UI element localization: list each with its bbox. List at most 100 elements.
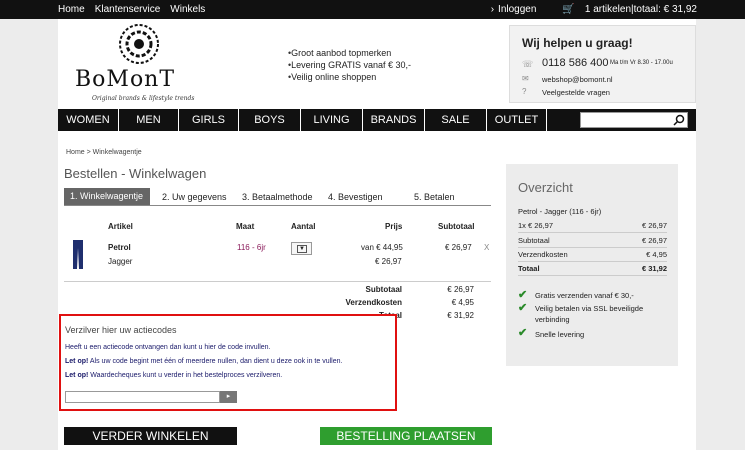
quantity-select[interactable]: ▼ [291,242,312,255]
page-title: Bestellen - Winkelwagen [64,166,207,181]
phone-icon: ☏ [522,59,534,69]
divider [518,261,667,262]
menu-women[interactable]: WOMEN [58,109,119,131]
cart-icon[interactable]: 🛒 [562,4,574,15]
promo-title: Verzilver hier uw actiecodes [65,325,177,335]
product-thumbnail[interactable] [72,240,84,275]
overview-shipping-value: € 4,95 [646,250,667,259]
place-order-button[interactable]: BESTELLING PLAATSEN [320,427,492,445]
product-brand: Jagger [108,257,133,266]
overview-qty-row: 1x € 26,97 € 26,97 [518,221,667,230]
arrow-right-icon: ▸ [226,393,231,400]
step-confirm[interactable]: 4. Bevestigen [328,192,383,202]
divider [64,281,491,282]
menu-living[interactable]: LIVING [301,109,363,131]
menu-girls[interactable]: GIRLS [179,109,239,131]
promo-code-input[interactable] [65,391,220,403]
help-email-link[interactable]: webshop@bomont.nl [542,75,613,84]
totals-shipping-value: € 4,95 [451,298,474,307]
promo-line3: Let op! Waardecheques kunt u verder in h… [65,372,282,379]
overview-subtotal-label: Subtotaal [518,236,550,245]
menu-boys[interactable]: BOYS [239,109,301,131]
step-payment-method[interactable]: 3. Betaalmethode [242,192,313,202]
chevron-down-icon: ▼ [297,245,307,253]
logo-emblem-icon[interactable] [118,23,160,65]
promo-code-box: Verzilver hier uw actiecodes Heeft u een… [59,314,397,411]
divider [518,232,667,233]
benefit-secure-payment: Veilig betalen via SSL beveiligde verbin… [535,304,644,324]
promo-submit-button[interactable]: ▸ [220,391,237,403]
product-price: € 26,97 [375,257,402,266]
menu-sale[interactable]: SALE [425,109,487,131]
menu-brands[interactable]: BRANDS [363,109,425,131]
order-overview: Overzicht Petrol - Jagger (116 - 6jr) 1x… [506,164,678,366]
totals-shipping-label: Verzendkosten [345,298,402,307]
usp-item: Groot aanbod topmerken [288,47,411,59]
continue-shopping-button[interactable]: VERDER WINKELEN [64,427,237,445]
checkmark-icon: ✔ [518,327,528,339]
product-old-price: van € 44,95 [361,243,403,252]
col-quantity: Aantal [291,222,316,231]
promo-line2-bold: Let op! [65,358,89,365]
nav-customer-service-link[interactable]: Klantenservice [95,4,161,15]
breadcrumb[interactable]: Home > Winkelwagentje [66,149,142,156]
mail-icon: ✉ [522,74,529,83]
promo-line2-text: Als uw code begint met één of meerdere n… [88,358,343,365]
step-cart[interactable]: 1. Winkelwagentje [64,188,150,205]
usp-item: Levering GRATIS vanaf € 30,- [288,59,411,71]
promo-line3-text: Waardecheques kunt u verder in het beste… [88,372,283,379]
cart-summary-link[interactable]: 1 artikelen|totaal: € 31,92 [585,4,697,15]
logo-wordmark[interactable]: BoMonT [75,67,175,92]
overview-subtotal-value: € 26,97 [641,236,667,245]
benefit-fast-delivery: Snelle levering [535,330,585,339]
page-container: BoMonT Original brands & lifestyle trend… [58,19,696,450]
step-pay[interactable]: 5. Betalen [414,192,455,202]
logo-tagline: Original brands & lifestyle trends [92,95,195,102]
help-faq-link[interactable]: Veelgestelde vragen [542,88,610,97]
overview-total-label: Totaal [518,264,540,273]
checkmark-icon: ✔ [518,302,528,314]
help-phone: 0118 586 400 [542,57,609,69]
totals-subtotal-value: € 26,97 [447,285,474,294]
product-name-link[interactable]: Petrol [108,243,131,252]
overview-item-name: Petrol - Jagger (116 - 6jr) [518,207,602,216]
remove-item-button[interactable]: X [484,243,489,252]
product-size: 116 - 6jr [237,243,266,252]
totals-total-value: € 31,92 [447,311,474,320]
login-arrow-icon: › [490,4,495,15]
checkout-steps: 1. Winkelwagentje 2. Uw gegevens 3. Beta… [64,188,491,206]
menu-outlet[interactable]: OUTLET [487,109,547,131]
usp-item: Veilig online shoppen [288,71,411,83]
promo-line3-bold: Let op! [65,372,89,379]
benefit-free-shipping: Gratis verzenden vanaf € 30,- [535,291,634,300]
menu-men[interactable]: MEN [119,109,179,131]
step-details[interactable]: 2. Uw gegevens [162,192,227,202]
checkmark-icon: ✔ [518,289,528,301]
overview-row: Totaal € 31,92 [518,264,667,273]
overview-qty-value: € 26,97 [641,221,667,230]
overview-item: Petrol - Jagger (116 - 6jr) [518,207,667,216]
divider [518,247,667,248]
col-size: Maat [236,222,255,231]
promo-line2: Let op! Als uw code begint met één of me… [65,358,342,365]
top-bar: Home Klantenservice Winkels › Inloggen 🛒… [0,0,745,19]
overview-row: Subtotaal € 26,97 [518,236,667,245]
divider [518,275,667,276]
promo-line1: Heeft u een actiecode ontvangen dan kunt… [65,344,271,351]
search-input[interactable] [580,112,688,128]
nav-stores-link[interactable]: Winkels [170,4,205,15]
help-title: Wij helpen u graag! [522,36,633,50]
col-price: Prijs [385,222,403,231]
usp-list: Groot aanbod topmerken Levering GRATIS v… [288,47,411,83]
col-subtotal: Subtotaal [438,222,475,231]
overview-qty: 1x € 26,97 [518,221,554,230]
overview-shipping-label: Verzendkosten [518,250,568,259]
overview-title: Overzicht [518,180,573,195]
login-link[interactable]: Inloggen [498,4,536,15]
product-subtotal: € 26,97 [445,243,472,252]
overview-row: Verzendkosten € 4,95 [518,250,667,259]
help-hours: Ma t/m Vr 8.30 - 17.00u [610,60,673,66]
search-icon[interactable] [673,114,685,126]
col-article: Artikel [108,222,133,231]
nav-home-link[interactable]: Home [58,4,85,15]
